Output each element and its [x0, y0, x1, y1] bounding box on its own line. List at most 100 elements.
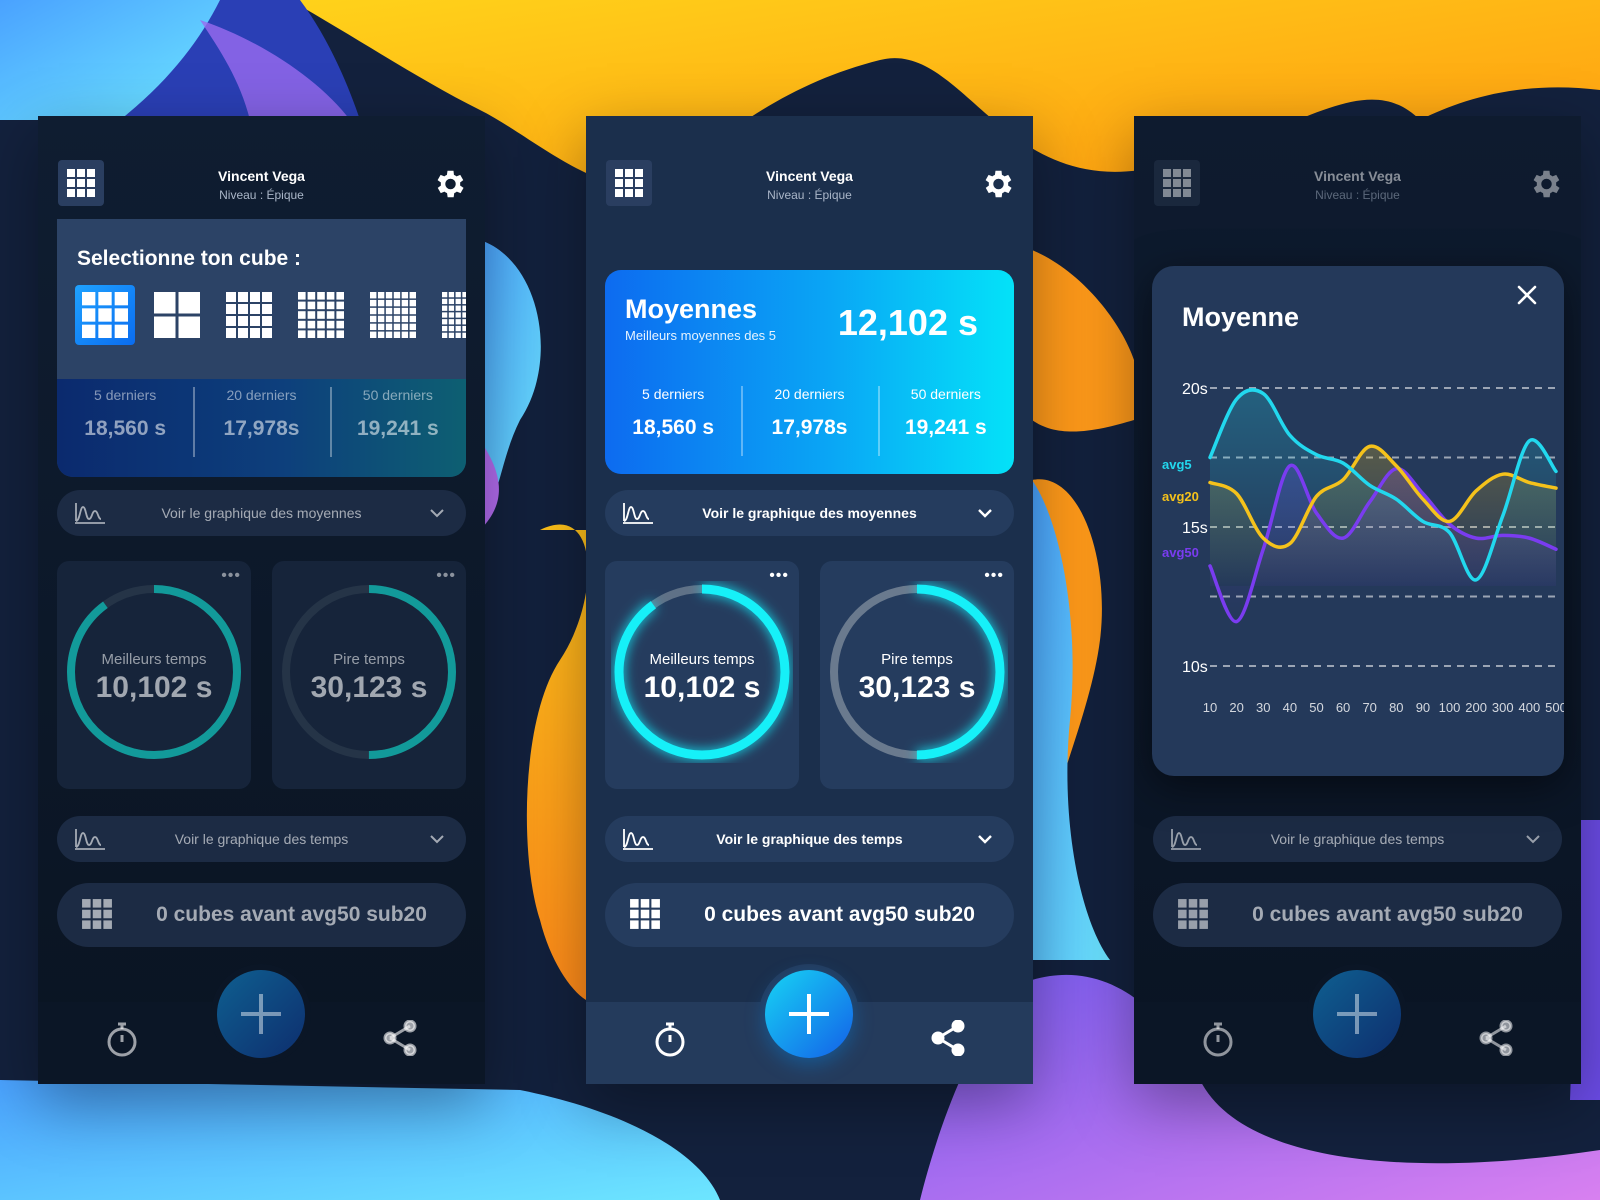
stopwatch-icon[interactable]: [106, 1020, 138, 1058]
wave-chart-icon: [623, 503, 653, 524]
plus-icon: [1337, 994, 1377, 1034]
stopwatch-icon[interactable]: [654, 1020, 686, 1058]
averages-chart-toggle[interactable]: Voir le graphique des moyennes: [57, 490, 466, 536]
average-line-chart: 20s 15s 10s 10 20 30 40 50 60 70 80 90 100 200 300 400 5…: [1162, 381, 1564, 715]
phone-screen-dashboard: Vincent Vega Niveau : Épique Moyennes Me…: [586, 116, 1033, 1084]
cube-grid-icon: [226, 292, 272, 338]
sub20-goal-text: 0 cubes avant avg50 sub20: [704, 903, 975, 926]
grid-icon: [82, 899, 112, 929]
averages-chart-label: Voir le graphique des moyennes: [702, 505, 917, 521]
stat-value: 17,978s: [771, 416, 848, 439]
stat-value: 19,241 s: [356, 417, 439, 440]
chevron-down-icon: [978, 835, 992, 844]
stat-value: 19,241 s: [904, 416, 987, 439]
chevron-down-icon: [430, 509, 444, 518]
stat-value: 18,560 s: [632, 416, 715, 439]
cube-option-5x5[interactable]: [291, 285, 351, 345]
cube-option-3x3[interactable]: [75, 285, 135, 345]
times-chart-label: Voir le graphique des temps: [716, 831, 903, 847]
averages-chart-toggle[interactable]: Voir le graphique des moyennes: [605, 490, 1014, 536]
worst-time-label: Pire temps: [881, 651, 953, 668]
y-tick-label: 20s: [1182, 381, 1208, 398]
moyennes-subtitle: Meilleurs moyennes des 5: [625, 328, 777, 343]
cube-select-panel: Selectionne ton cube : 5 derniers 18,560…: [57, 219, 466, 477]
cube-option-6x6[interactable]: [363, 285, 423, 345]
stat-value: 17,978s: [223, 417, 300, 440]
share-icon[interactable]: [931, 1020, 965, 1056]
times-chart-label: Voir le graphique des temps: [174, 831, 349, 847]
stat-label: 20 derniers: [226, 387, 297, 403]
user-name: Vincent Vega: [766, 168, 853, 184]
phone-screen-cube-select: Vincent Vega Niveau : Épique Selectionne…: [38, 116, 485, 1084]
x-tick-label: 300: [1492, 700, 1514, 715]
moyennes-title: Moyennes: [625, 294, 758, 324]
moyennes-card: Moyennes Meilleurs moyennes des 5 12,102…: [605, 270, 1014, 474]
stat-50-derniers: 50 derniers 19,241 s: [877, 378, 1014, 468]
gear-icon[interactable]: [979, 166, 1015, 202]
share-icon[interactable]: [1479, 1020, 1513, 1056]
share-icon[interactable]: [383, 1020, 417, 1056]
stat-label: 5 derniers: [94, 387, 157, 403]
stat-value: 18,560 s: [84, 417, 167, 440]
stat-label: 20 derniers: [774, 386, 845, 402]
user-level: Niveau : Épique: [1315, 188, 1400, 202]
sub20-goal-banner: 0 cubes avant avg50 sub20: [605, 883, 1014, 947]
cube-stats-band: 5 derniers 18,560 s 20 derniers 17,978s …: [57, 379, 466, 477]
plus-icon: [241, 994, 281, 1034]
cube-grid-icon: [298, 292, 344, 338]
wave-chart-icon: [623, 829, 653, 850]
x-tick-label: 20: [1229, 700, 1243, 715]
sub20-goal-banner: 0 cubes avant avg50 sub20: [57, 883, 466, 947]
add-solve-button[interactable]: [1307, 964, 1407, 1064]
x-tick-label: 60: [1336, 700, 1350, 715]
best-time-value: 10,102 s: [643, 671, 761, 704]
worst-time-value: 30,123 s: [858, 671, 976, 704]
times-chart-toggle[interactable]: Voir le graphique des temps: [605, 816, 1014, 862]
chevron-down-icon: [430, 835, 444, 844]
user-level: Niveau : Épique: [219, 188, 304, 202]
cube-grid-icon: [442, 292, 466, 338]
cube-option-7x7[interactable]: [435, 285, 466, 345]
times-chart-toggle[interactable]: Voir le graphique des temps: [1153, 816, 1562, 862]
worst-time-value: 30,123 s: [310, 671, 428, 704]
y-tick-label: 10s: [1182, 659, 1208, 676]
best-time-value: 10,102 s: [95, 671, 213, 704]
stat-label: 5 derniers: [642, 386, 705, 402]
stopwatch-icon[interactable]: [1202, 1020, 1234, 1058]
grid-icon: [630, 899, 660, 929]
x-tick-label: 40: [1283, 700, 1297, 715]
times-chart-toggle[interactable]: Voir le graphique des temps: [57, 816, 466, 862]
sub20-goal-text: 0 cubes avant avg50 sub20: [1252, 903, 1523, 926]
stat-20-derniers: 20 derniers 17,978s: [193, 379, 329, 477]
cube-grid-icon: [154, 292, 200, 338]
averages-chart-label: Voir le graphique des moyennes: [161, 505, 362, 521]
chevron-down-icon: [978, 509, 992, 518]
gear-icon[interactable]: [431, 166, 467, 202]
best-time-label: Meilleurs temps: [101, 651, 207, 668]
legend-label-avg20: avg20: [1162, 489, 1199, 504]
x-tick-label: 30: [1256, 700, 1270, 715]
cube-option-4x4[interactable]: [219, 285, 279, 345]
stat-label: 50 derniers: [910, 386, 981, 402]
stat-5-derniers: 5 derniers 18,560 s: [605, 378, 741, 468]
wave-chart-icon: [75, 503, 105, 524]
stat-50-derniers: 50 derniers 19,241 s: [329, 379, 466, 477]
sub20-goal-banner: 0 cubes avant avg50 sub20: [1153, 883, 1562, 947]
worst-time-card: ••• Pire temps 30,123 s: [820, 561, 1014, 789]
plus-icon: [789, 994, 829, 1034]
add-solve-button[interactable]: [759, 964, 859, 1064]
add-solve-button[interactable]: [211, 964, 311, 1064]
sub20-goal-text: 0 cubes avant avg50 sub20: [156, 903, 427, 926]
chevron-down-icon: [1526, 835, 1540, 844]
best-time-label: Meilleurs temps: [649, 651, 755, 668]
wave-chart-icon: [1171, 829, 1201, 850]
stat-label: 50 derniers: [362, 387, 433, 403]
gear-icon[interactable]: [1527, 166, 1563, 202]
x-tick-label: 70: [1362, 700, 1376, 715]
best-time-card: ••• Meilleurs temps 10,102 s: [605, 561, 799, 789]
user-name: Vincent Vega: [1314, 168, 1401, 184]
x-tick-label: 90: [1416, 700, 1430, 715]
cube-grid-icon: [370, 292, 416, 338]
user-level: Niveau : Épique: [767, 188, 852, 202]
cube-option-2x2[interactable]: [147, 285, 207, 345]
